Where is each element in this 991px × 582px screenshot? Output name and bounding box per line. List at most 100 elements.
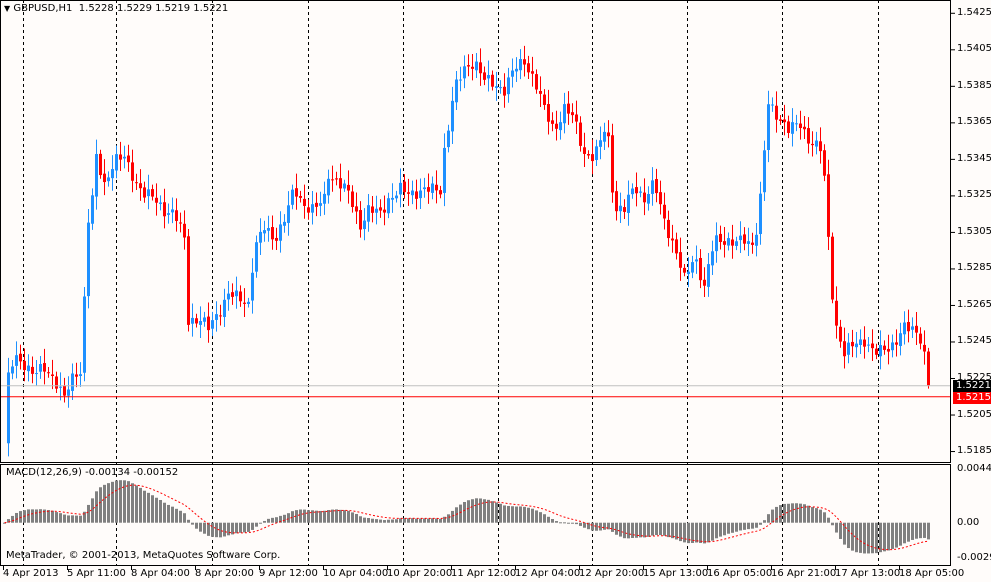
macd-bar [107,483,110,523]
bear-candle [743,234,746,244]
macd-bar [187,519,190,523]
price-tick-label: 1.5305 [957,225,991,237]
macd-bar [63,514,66,523]
macd-bar [767,514,770,523]
bull-candle [283,221,286,226]
macd-bar [247,522,250,532]
macd-bar [895,522,898,548]
macd-bar [575,522,578,525]
bull-candle [747,241,750,244]
chart-canvas[interactable] [0,0,991,582]
macd-bar [67,515,70,523]
bull-candle [83,296,86,373]
bear-candle [243,302,246,304]
bear-candle [583,147,586,154]
bear-candle [339,178,342,189]
macd-bar [643,522,646,538]
bear-candle [919,333,922,344]
bull-candle [327,178,330,196]
macd-bar [551,519,554,523]
time-tick-label: 10 Apr 20:00 [387,568,453,579]
macd-bar [47,510,50,523]
macd-bar [27,509,30,523]
bear-candle [551,120,554,124]
macd-bar [543,514,546,523]
bull-candle [603,131,606,142]
macd-bar [559,522,562,524]
macd-bar [199,522,202,532]
macd-bar [583,522,586,528]
macd-bar [307,510,310,523]
macd-bar [331,509,334,523]
macd-bar [539,512,542,523]
macd-bar [191,522,194,525]
macd-bar [763,520,766,523]
macd-bar [239,522,242,533]
bull-candle [391,197,394,200]
bear-candle [471,66,474,69]
macd-bar [923,522,926,538]
macd-bar [403,518,406,523]
macd-bar [451,510,454,523]
macd-bar [495,502,498,523]
bull-candle [563,104,566,124]
macd-bar [99,487,102,523]
bear-candle [275,237,278,241]
bull-candle [599,140,602,147]
bear-candle [295,188,298,197]
macd-bar [875,522,878,554]
bull-candle [847,342,850,355]
bull-candle [739,235,742,241]
macd-bar [667,522,670,538]
bull-candle [715,235,718,252]
macd-bar [87,504,90,523]
bear-candle [775,105,778,120]
bear-candle [591,154,594,162]
macd-bar [151,495,154,523]
bull-candle [495,86,498,88]
axis-ticks [3,12,955,570]
bull-candle [443,147,446,193]
macd-bar [235,522,238,534]
macd-bar [163,502,166,523]
bull-candle [251,272,254,301]
macd-bar [755,522,758,528]
bear-candle [607,132,610,137]
bear-candle [439,190,442,195]
bull-candle [711,251,714,266]
bull-candle [215,314,218,320]
bull-candle [815,140,818,147]
bear-candle [239,291,242,302]
macd-bar [819,509,822,523]
triangle-down-icon[interactable]: ▼ [4,4,10,13]
macd-bar [59,513,62,523]
macd-bar [783,503,786,523]
macd-bar [911,522,914,540]
bear-candle [51,374,54,377]
bear-candle [799,123,802,129]
bull-candle [115,154,118,171]
macd-label: MACD(12,26,9) -0.00134 -0.00152 [6,467,179,478]
macd-bar [579,522,582,526]
macd-tick-label: 0.00443 [957,463,991,475]
macd-bar [303,509,306,523]
bull-candle [771,104,774,106]
bull-candle [15,355,18,366]
bull-candle [159,202,162,204]
bear-candle [883,345,886,350]
bull-candle [459,79,462,81]
bear-candle [807,128,810,144]
macd-bar [399,518,402,523]
bear-candle [47,372,50,374]
bull-candle [695,259,698,262]
macd-bar [655,522,658,536]
macd-bar [203,522,206,534]
macd-bar [355,513,358,523]
bear-candle [483,72,486,80]
bear-candle [491,74,494,87]
macd-bar [487,499,490,523]
macd-bar [779,505,782,523]
macd-bar [287,513,290,523]
time-tick-label: 18 Apr 05:00 [899,568,965,579]
price-tick-label: 1.5245 [957,335,991,347]
